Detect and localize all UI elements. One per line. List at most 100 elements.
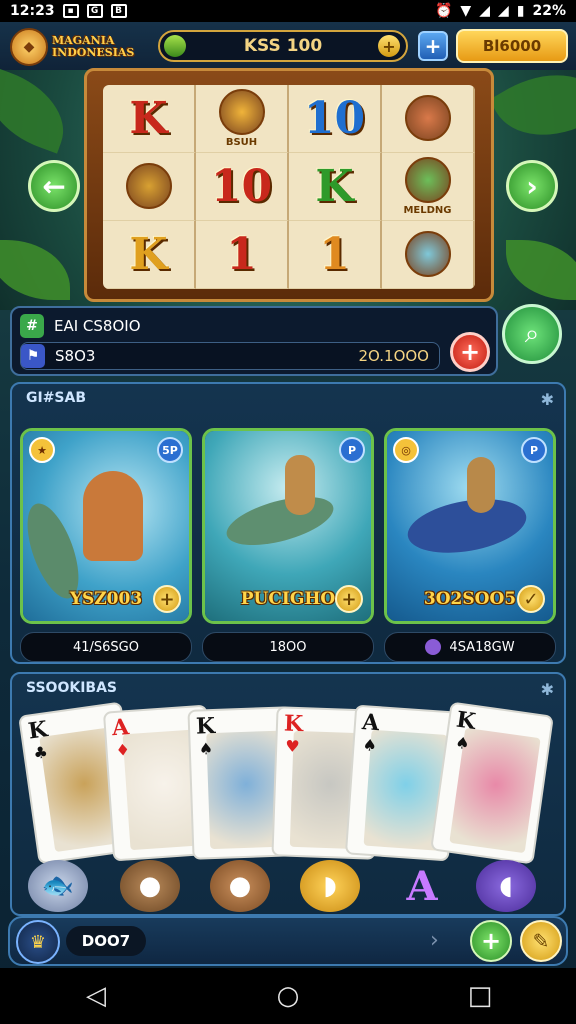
chevron-right-icon[interactable]: › (430, 928, 439, 953)
settings-icon[interactable]: ✱ (541, 390, 554, 409)
card-add-button[interactable]: + (153, 585, 181, 613)
stat-gem-icon (425, 639, 442, 655)
gem-icon (164, 35, 186, 57)
reel-symbol-label: MELDNG (403, 205, 452, 216)
player-name: DOO7 (66, 926, 146, 956)
reel-symbol: 1 (289, 221, 382, 289)
fish-token-icon[interactable]: 🐟 (28, 860, 88, 912)
game-stat: 18OO (202, 632, 374, 662)
info-row2-value: 2O.1OOO (358, 347, 429, 365)
games-section-title: GI#SAB (26, 390, 87, 406)
playing-card[interactable]: K ♠ (430, 701, 554, 865)
balance-value: KSS 100 (243, 36, 323, 56)
card-rank: A (361, 709, 381, 737)
game-stat: 41/S6SGO (20, 632, 192, 662)
card-suit-icon: ♠ (361, 735, 378, 756)
card-suit-icon: ♦ (114, 740, 131, 760)
recents-icon[interactable]: □ (450, 976, 510, 1016)
top-header: ◆ MAGANIA INDONESIAS KSS 100 + + Bl6000 (0, 22, 576, 72)
game-card[interactable]: P PUCIGHO + (202, 428, 374, 624)
next-arrow-button[interactable]: › (506, 160, 558, 212)
reel-symbol: K (289, 153, 382, 221)
gold-action-button[interactable]: ✎ (520, 920, 562, 962)
settings-icon[interactable]: ✱ (541, 680, 554, 699)
reel-character-symbol (382, 85, 475, 153)
signal-icon: ◢ (479, 3, 490, 19)
card-rank: K (454, 706, 478, 735)
reel-character-symbol (103, 153, 196, 221)
card-suit-icon: ♥ (284, 736, 300, 757)
slot-reel-frame: K BSUH 10 10 K MELDNG K 1 1 (84, 68, 494, 302)
reel-symbol: 1 (196, 221, 289, 289)
reel-symbol: 10 (196, 153, 289, 221)
slot-reels: K BSUH 10 10 K MELDNG K 1 1 (103, 85, 475, 289)
card-suit-icon: ♠ (454, 732, 471, 754)
battery-icon: ▮ (516, 3, 525, 19)
add-button[interactable]: + (418, 31, 448, 61)
notification-icon: ▪ (62, 4, 79, 18)
game-card[interactable]: ◎ P 3O2SOO5 ✓ (384, 428, 556, 624)
games-section: GI#SAB ✱ ★ 5P YSZ003 + P PUCIGHO + ◎ P 3… (10, 382, 566, 664)
gold-button[interactable]: Bl6000 (456, 29, 568, 63)
card-suit-icon: ♠ (198, 738, 214, 759)
status-bar: 12:23 ▪ G B ⏰ ▼ ◢ ◢ ▮ 22% (0, 0, 576, 22)
home-icon[interactable]: ○ (258, 976, 318, 1016)
fisherman-figure (285, 455, 315, 515)
logo-subtitle: INDONESIAS (52, 46, 135, 59)
search-button[interactable]: ⌕ (502, 304, 562, 364)
creature-token-icon[interactable]: ● (210, 860, 270, 912)
card-rank: K (26, 716, 50, 745)
card-check-button[interactable]: ✓ (517, 585, 545, 613)
letter-a-icon[interactable]: A (392, 860, 452, 912)
signal2-icon: ◢ (497, 3, 509, 19)
balance-display: KSS 100 + (158, 30, 408, 62)
creature-token-icon[interactable]: ● (120, 860, 180, 912)
game-logo: ◆ MAGANIA INDONESIAS (10, 28, 146, 66)
card-add-button[interactable]: + (335, 585, 363, 613)
card-level-badge: P (339, 437, 365, 463)
info-row1-label: EAI CS8OIO (54, 317, 141, 335)
red-add-button[interactable]: + (450, 332, 490, 372)
character-face-icon (125, 162, 172, 209)
reel-symbol-label: BSUH (225, 137, 258, 148)
card-rank: A (111, 714, 131, 742)
character-face-icon (404, 230, 451, 277)
flag-icon: ⚑ (21, 344, 45, 368)
game-card[interactable]: ★ 5P YSZ003 + (20, 428, 192, 624)
info-panel: # EAI CS8OIO ⚑ S8O3 2O.1OOO (10, 306, 498, 376)
purple-fish-token-icon[interactable]: ◖ (476, 860, 536, 912)
card-rank: K (283, 710, 304, 738)
character-face-icon (218, 89, 265, 135)
system-nav-bar: ◁ ○ □ (0, 968, 576, 1024)
bottom-bar: ♛ DOO7 › + ✎ (8, 916, 568, 966)
wifi-icon: ▼ (460, 3, 472, 19)
card-level-badge: 5P (157, 437, 183, 463)
app-g-icon: G (86, 4, 103, 18)
character-figure (83, 471, 143, 561)
character-face-icon (404, 157, 451, 203)
card-level-badge: P (521, 437, 547, 463)
reel-symbol: K (103, 221, 196, 289)
previous-arrow-button[interactable]: ← (28, 160, 80, 212)
add-balance-button[interactable]: + (378, 35, 400, 57)
avatar[interactable]: ♛ (16, 920, 60, 964)
reel-character-symbol: BSUH (196, 85, 289, 153)
card-badge-icon: ◎ (393, 437, 419, 463)
back-icon[interactable]: ◁ (66, 976, 126, 1016)
app-b-icon: B (110, 4, 127, 18)
fish-token-icon[interactable]: ◗ (300, 860, 360, 912)
reel-character-symbol: MELDNG (382, 153, 475, 221)
battery-level: 22% (532, 3, 566, 19)
reel-symbol: K (103, 85, 196, 153)
green-add-button[interactable]: + (470, 920, 512, 962)
card-badge-icon: ★ (29, 437, 55, 463)
reel-symbol: 10 (289, 85, 382, 153)
card-suit-icon: ♣ (32, 742, 49, 764)
grid-icon: # (20, 314, 44, 338)
game-stat: 4SA18GW (384, 632, 556, 662)
character-face-icon (404, 94, 451, 141)
info-row2-label: S8O3 (55, 347, 96, 365)
status-time: 12:23 (10, 3, 55, 19)
reel-character-symbol (382, 221, 475, 289)
rider-figure (467, 457, 495, 513)
